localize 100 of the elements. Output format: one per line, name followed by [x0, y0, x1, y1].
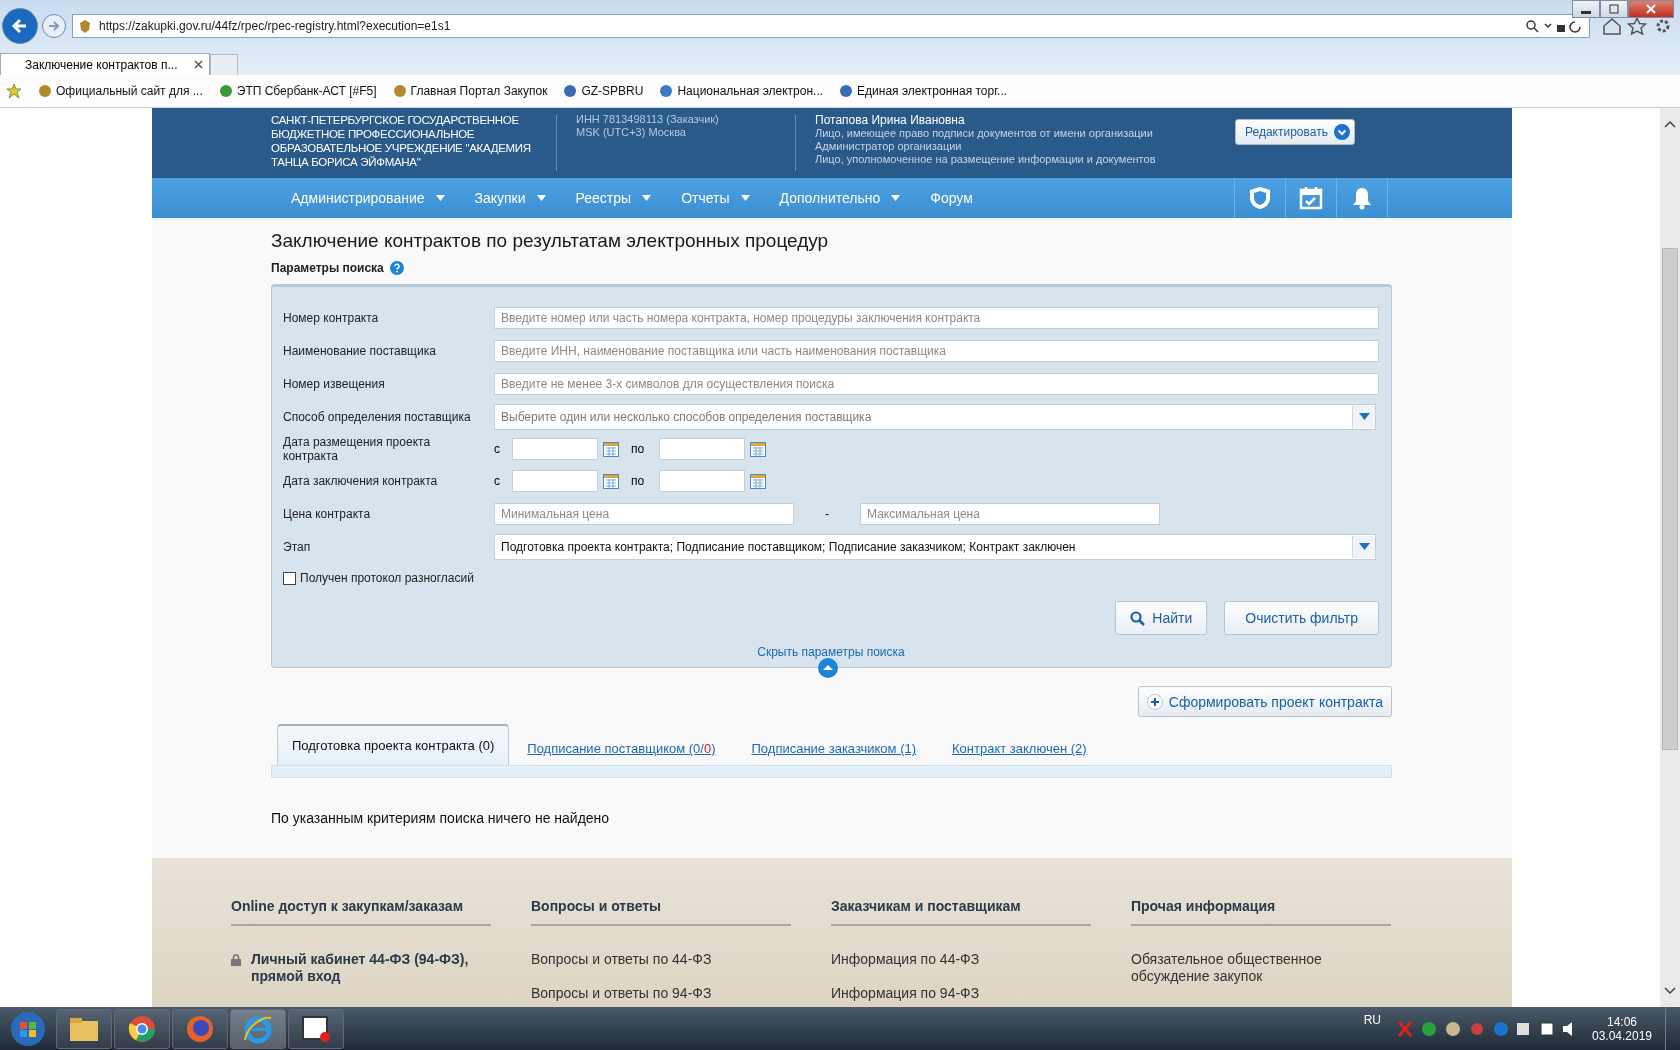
tab[interactable]: Контракт заключен (2): [934, 741, 1105, 765]
favorite-link[interactable]: Главная Портал Закупок: [392, 84, 548, 99]
date-field[interactable]: [512, 438, 598, 460]
to-label: по: [631, 474, 646, 488]
field-label: Дата заключения контракта: [283, 474, 439, 488]
organization-name: САНКТ-ПЕТЕРБУРГСКОЕ ГОСУДАРСТВЕННОЕ БЮДЖЕТНОЕ ПРОФЕССИОНАЛЬНОЕ ОБРАЗОВАТЕЛЬНОЕ УЧРЕЖДЕНИЕ "АКАДЕМИЯ ТАНЦА БОРИСА ЭЙФМАНА": [271, 113, 532, 170]
page-title: Заключение контрактов по результатам электронных процедур: [271, 230, 830, 252]
clock-date: 03.04.2019: [1591, 1028, 1653, 1043]
search-button[interactable]: Найти: [1115, 601, 1208, 635]
site-icon: [563, 84, 578, 99]
collapse-icon[interactable]: [818, 658, 838, 678]
lock-icon: [231, 954, 241, 966]
tab[interactable]: Подготовка проекта контракта (0): [277, 724, 510, 765]
from-label: с: [494, 442, 501, 456]
scroll-up-icon[interactable]: [1664, 120, 1676, 128]
address-bar[interactable]: https://zakupki.gov.ru/44fz/rpec/rpec-registry.html?execution=e1s1: [72, 13, 1590, 38]
maximize-icon: [1609, 4, 1619, 14]
user-role: Администратор организации: [815, 140, 963, 153]
min-price-field[interactable]: Минимальная цена: [494, 502, 794, 525]
login-link[interactable]: Личный кабинет 44-ФЗ (94-ФЗ), прямой вход: [231, 951, 511, 985]
favorite-link[interactable]: GZ-SPBRU: [563, 84, 644, 99]
field-label: Номер извещения: [283, 376, 386, 391]
favorite-link[interactable]: Национальная электрон...: [659, 84, 824, 99]
close-button[interactable]: [1628, 0, 1674, 18]
field-label: Этап: [283, 539, 312, 554]
calendar-icon[interactable]: [603, 441, 619, 457]
site-icon: [392, 84, 407, 99]
clear-filter-button[interactable]: Очистить фильтр: [1224, 601, 1379, 635]
language-indicator[interactable]: RU: [1363, 1013, 1381, 1027]
back-button[interactable]: [2, 7, 38, 44]
dropdown-field[interactable]: Подготовка проекта контракта; Подписание поставщиком; Подписание заказчиком; Контракт заключен: [494, 533, 1376, 560]
site-icon: [218, 84, 233, 99]
help-icon[interactable]: [389, 261, 404, 275]
footer-link[interactable]: Вопросы и ответы по 44-ФЗ: [531, 951, 791, 968]
browser-icon[interactable]: [114, 1008, 170, 1049]
forward-button[interactable]: [42, 13, 66, 38]
browser-tab[interactable]: Заключение контрактов п...: [0, 53, 210, 76]
field-label: Способ определения поставщика: [283, 409, 472, 424]
to-label: по: [631, 442, 646, 456]
footer-heading: Прочая информация: [1131, 898, 1391, 926]
site-icon: [659, 84, 674, 99]
favorite-link[interactable]: ЭТП Сбербанк-АСТ [#F5]: [218, 84, 377, 99]
caret-icon: [536, 195, 546, 201]
search-icon: [1130, 610, 1146, 626]
tab[interactable]: Подписание поставщиком (0/0): [509, 741, 734, 765]
input-field[interactable]: Введите номер или часть номера контракта, номер процедуры заключения контракта: [494, 306, 1379, 329]
calendar-icon[interactable]: [750, 473, 766, 489]
site-icon: [38, 84, 52, 99]
timezone-text: MSK (UTC+3) Москва: [576, 126, 687, 139]
minimize-button[interactable]: [1572, 0, 1600, 18]
favorite-link[interactable]: Единая электронная торг...: [839, 84, 1008, 99]
plus-icon: [1146, 693, 1163, 710]
clock-time: 14:06: [1607, 1014, 1637, 1029]
toolbar-icons[interactable]: [1602, 16, 1672, 35]
calendar-icon[interactable]: [603, 473, 619, 489]
create-contract-button[interactable]: Сформировать проект контракта: [1137, 686, 1392, 717]
field-label: Номер контракта: [283, 310, 380, 325]
dropdown-field[interactable]: Выберите один или несколько способов определения поставщика: [494, 403, 1376, 430]
close-icon[interactable]: [194, 60, 203, 70]
footer-heading: Online доступ к закупкам/заказам: [231, 898, 491, 926]
footer-heading: Вопросы и ответы: [531, 898, 791, 926]
range-separator: -: [824, 506, 830, 521]
checkbox-label: Получен протокол разногласий: [300, 571, 474, 585]
from-label: с: [494, 474, 501, 488]
emblem-icon: [77, 17, 93, 34]
date-field[interactable]: [659, 438, 745, 460]
site-icon: [839, 84, 854, 99]
inn-text: ИНН 7813498113 (Заказчик): [576, 113, 720, 126]
field-label: Цена контракта: [283, 506, 372, 521]
date-field[interactable]: [659, 470, 745, 492]
calendar-icon[interactable]: [750, 441, 766, 457]
input-field[interactable]: Введите ИНН, наименование поставщика или часть наименования поставщика: [494, 339, 1379, 362]
footer-link[interactable]: Информация по 94-ФЗ: [831, 985, 1091, 1002]
max-price-field[interactable]: Максимальная цена: [860, 502, 1160, 525]
window-icon[interactable]: [288, 1008, 344, 1049]
footer-link[interactable]: Обязательное общественное обсуждение закупок: [1131, 951, 1391, 985]
input-field[interactable]: Введите не менее 3-х символов для осуществления поиска: [494, 372, 1379, 395]
empty-result-message: По указанным критериям поиска ничего не найдено: [271, 810, 611, 826]
favorites-star-icon[interactable]: [6, 83, 22, 100]
field-label: Наименование поставщика: [283, 343, 437, 358]
hide-search-link[interactable]: Скрыть параметры поиска: [757, 645, 905, 659]
edit-button[interactable]: Редактировать: [1235, 119, 1355, 145]
footer-link[interactable]: Информация по 44-ФЗ: [831, 951, 1091, 968]
user-name: Потапова Ирина Ивановна: [815, 113, 966, 127]
user-role: Лицо, имеющее право подписи документов от имени организации: [815, 127, 1154, 140]
arrow-left-icon: [11, 16, 29, 35]
caret-icon: [891, 195, 901, 201]
chevron-icon: [1333, 124, 1350, 140]
footer-link[interactable]: Вопросы и ответы по 94-ФЗ: [531, 985, 791, 1002]
checkbox[interactable]: [283, 571, 296, 585]
new-tab-button[interactable]: [210, 54, 238, 76]
caret-icon: [740, 195, 750, 201]
scroll-down-icon[interactable]: [1664, 987, 1676, 995]
date-field[interactable]: [512, 470, 598, 492]
section-title: Параметры поиска: [271, 261, 384, 275]
field-label: Дата размещения проекта контракта: [283, 435, 432, 463]
scrollbar[interactable]: [1660, 108, 1680, 1007]
favorite-link[interactable]: Официальный сайт для ...: [38, 84, 203, 99]
folder-icon[interactable]: [56, 1008, 112, 1049]
tab[interactable]: Подписание заказчиком (1): [733, 741, 934, 765]
